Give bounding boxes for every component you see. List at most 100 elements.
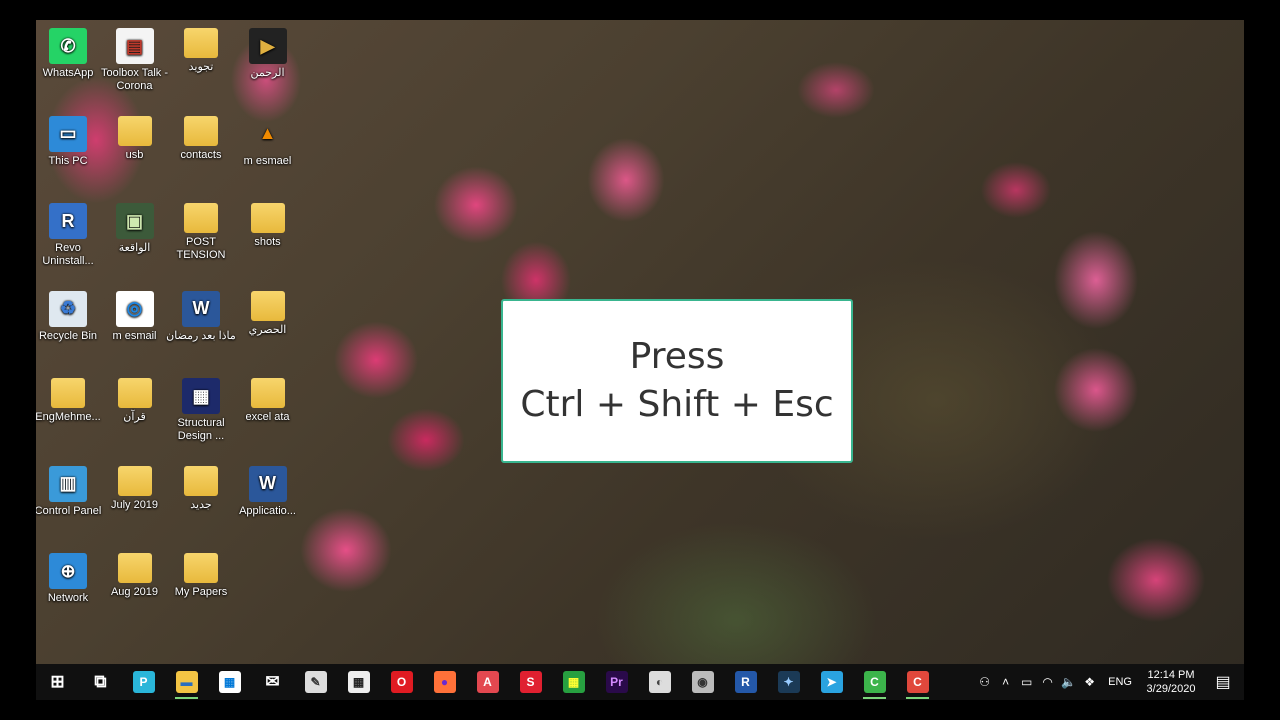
camtasia-red[interactable]: C [896, 664, 939, 700]
folder-icon [184, 465, 218, 496]
people-icon[interactable]: ⚇ [974, 675, 995, 689]
folder-icon [117, 115, 152, 146]
media-app[interactable]: ✦ [767, 664, 810, 700]
desktop-icon[interactable]: جديد [165, 465, 237, 512]
folder-icon [250, 203, 285, 233]
store[interactable]: ▦ [208, 664, 251, 700]
app-icon: ◎ [115, 290, 154, 327]
desktop-icon-label: m esmael [243, 154, 292, 167]
desktop-icon[interactable]: ◎ m esmail [99, 290, 171, 343]
paint-icon: ✎ [304, 671, 327, 693]
app-icon: ⊕ [49, 553, 87, 589]
desktop-icon[interactable]: ▶ الرحمن [232, 28, 304, 80]
desktop-icon[interactable]: ✆ WhatsApp [36, 28, 104, 80]
desktop-icon[interactable]: ♻ Recycle Bin [36, 290, 104, 343]
opera[interactable]: O [380, 664, 423, 700]
desktop-icon-label: Network [47, 592, 89, 604]
desktop-icon[interactable]: قرآن [99, 378, 171, 424]
desktop-icon-label: الرحمن [250, 67, 285, 79]
system-tray: ⚇ ˄ ▭ ◠ 🔈 ❖ ENG 12:14 PM 3/29/2020 ▤ [974, 664, 1244, 700]
firefox[interactable]: ● [423, 664, 466, 700]
desktop-icon[interactable]: R Revo Uninstall... [36, 203, 104, 268]
sketchup[interactable]: S [509, 664, 552, 700]
excel-grid[interactable]: ▦ [552, 664, 595, 700]
notification-icon[interactable]: ▤ [1202, 672, 1244, 692]
acrobat[interactable]: A [466, 664, 509, 700]
premiere[interactable]: Pr [595, 664, 638, 700]
disk-utility[interactable]: ◉ [681, 664, 724, 700]
dropbox-icon[interactable]: ❖ [1079, 675, 1100, 689]
sketchup-icon: S [519, 671, 542, 693]
desktop-icon-label: قرآن [123, 411, 146, 423]
desktop-icon-label: POST TENSION [176, 236, 226, 261]
desktop-icon[interactable]: July 2019 [99, 465, 171, 512]
desktop-icon[interactable]: ▭ This PC [36, 115, 104, 168]
folder-icon [117, 465, 152, 496]
desktop-icon[interactable]: ▦ Structural Design ... [165, 378, 237, 443]
app-icon: ▶ [248, 28, 287, 64]
desktop-icon[interactable]: contacts [165, 115, 237, 162]
desktop-icon[interactable]: Aug 2019 [99, 553, 171, 599]
store-icon: ▦ [218, 671, 241, 693]
desktop-icon-label: EngMehme... [36, 411, 101, 423]
battery-icon[interactable]: ▭ [1016, 675, 1037, 689]
telegram[interactable]: ➤ [810, 664, 853, 700]
desktop-icon[interactable]: ▥ Control Panel [36, 465, 104, 518]
overlay-line-2: Ctrl + Shift + Esc [520, 384, 834, 425]
language-indicator[interactable]: ENG [1100, 676, 1140, 688]
desktop-icon[interactable]: shots [232, 203, 304, 249]
revit[interactable]: R [724, 664, 767, 700]
calculator[interactable]: ▦ [337, 664, 380, 700]
desktop-icon[interactable]: usb [99, 115, 171, 162]
revit-icon: R [734, 671, 757, 693]
pdf-app[interactable]: P [122, 664, 165, 700]
desktop-icon-label: الواقعة [118, 242, 151, 254]
desktop-icon[interactable]: ⊕ Network [36, 553, 104, 605]
desktop-icon[interactable]: excel ata [232, 378, 304, 424]
app-icon: ✆ [49, 28, 87, 64]
folder-icon [184, 115, 218, 146]
desktop-icon-label: My Papers [174, 586, 228, 598]
start-button-icon: ⊞ [50, 672, 65, 691]
paint[interactable]: ✎ [294, 664, 337, 700]
clock[interactable]: 12:14 PM 3/29/2020 [1140, 668, 1202, 696]
overlay-line-1: Press [629, 336, 725, 377]
desktop-icon-label: تجويد [188, 61, 214, 73]
desktop-icon[interactable]: W Applicatio... [232, 465, 304, 518]
desktop-icon[interactable]: ▣ الواقعة [99, 203, 171, 255]
desktop-icon[interactable]: ▤ Toolbox Talk - Corona [99, 28, 171, 93]
desktop-icon[interactable]: W ماذا بعد رمضان [165, 290, 237, 343]
desktop-icon-label: shots [254, 236, 281, 248]
chevron-up-icon[interactable]: ˄ [995, 675, 1016, 689]
desktop-icon-label: WhatsApp [42, 67, 94, 79]
wifi-icon[interactable]: ◠ [1037, 675, 1058, 689]
desktop-icon-label: excel ata [245, 411, 290, 423]
desktop-icon-label: Control Panel [36, 504, 102, 517]
file-explorer[interactable]: ▬ [165, 664, 208, 700]
desktop-icon-label: usb [125, 148, 144, 161]
desktop-icon-label: ماذا بعد رمضان [166, 329, 236, 342]
desktop-icon[interactable]: الحصري [232, 290, 304, 337]
app-icon: ▲ [258, 123, 277, 143]
mail-icon: ✉ [265, 672, 280, 691]
desktop-icon-label: Recycle Bin [38, 329, 98, 342]
gallery[interactable]: ◐ [638, 664, 681, 700]
desktop-icon-label: Applicatio... [239, 504, 296, 517]
camtasia-green[interactable]: C [853, 664, 896, 700]
clock-time: 12:14 PM [1147, 669, 1195, 681]
desktop-icon-label: Structural Design ... [177, 417, 225, 442]
start-button[interactable]: ⊞ [36, 664, 79, 700]
telegram-icon: ➤ [820, 671, 843, 693]
desktop-icon[interactable]: ▲ m esmael [232, 116, 304, 168]
desktop-icon-label: contacts [180, 148, 222, 161]
desktop-icon[interactable]: تجويد [165, 28, 237, 74]
mail[interactable]: ✉ [251, 664, 294, 700]
folder-icon [51, 378, 85, 408]
desktop-icon[interactable]: EngMehme... [36, 378, 104, 424]
task-view-button[interactable]: ⧉ [79, 664, 122, 700]
taskbar-apps: ⊞ ⧉ P ▬ ▦ ✉ ✎ ▦ O ● A S ▦ Pr ◐ ◉ R ✦ ➤ C C [36, 664, 939, 700]
desktop-icon[interactable]: POST TENSION [165, 203, 237, 262]
desktop-icon[interactable]: My Papers [165, 553, 237, 599]
volume-icon[interactable]: 🔈 [1058, 675, 1079, 689]
gallery-icon: ◐ [648, 671, 671, 693]
